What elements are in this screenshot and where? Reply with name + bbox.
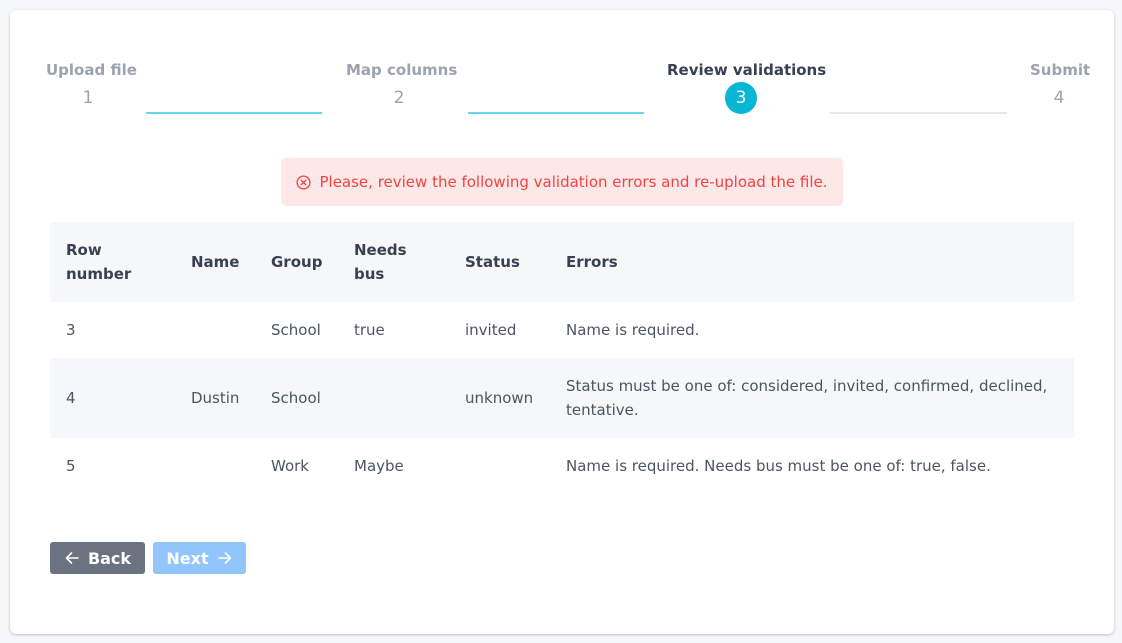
- header-row-number: Row number: [50, 222, 175, 302]
- step-map-columns: Map columns 2: [346, 60, 458, 109]
- validation-table: Row number Name Group Needs bus Status E…: [50, 222, 1074, 494]
- step-review-validations: Review validations 3: [667, 60, 827, 114]
- cell-needs-bus: Maybe: [354, 457, 404, 475]
- back-button[interactable]: Back: [50, 542, 145, 574]
- step-number-active: 3: [725, 82, 757, 114]
- cell-status: invited: [465, 321, 517, 339]
- step-title: Submit: [1030, 61, 1091, 79]
- step-title: Map columns: [346, 61, 458, 79]
- cell-row-number: 5: [66, 457, 76, 475]
- step-number: 1: [82, 88, 94, 108]
- step-submit: Submit 4: [1030, 60, 1091, 109]
- table-header-row: Row number Name Group Needs bus Status E…: [50, 222, 1074, 302]
- step-connector: [468, 112, 644, 114]
- arrow-left-icon: [65, 552, 79, 564]
- cell-group: School: [271, 321, 321, 339]
- cell-name: Dustin: [175, 358, 255, 438]
- cell-needs-bus: [338, 358, 449, 438]
- cell-errors: Name is required. Needs bus must be one …: [566, 457, 991, 475]
- step-connector: [830, 112, 1007, 114]
- step-connector: [146, 112, 322, 114]
- step-upload-file: Upload file 1: [46, 60, 137, 109]
- next-button-label: Next: [166, 548, 209, 568]
- wizard-card: Upload file 1 Map columns 2 Review valid…: [10, 10, 1114, 634]
- cell-group: School: [255, 358, 338, 438]
- cell-name: [175, 302, 255, 358]
- cell-status: [449, 438, 550, 494]
- header-needs-bus: Needs bus: [338, 222, 449, 302]
- error-circle-icon: [296, 174, 312, 190]
- cell-group: Work: [271, 457, 309, 475]
- cell-row-number: 3: [66, 321, 76, 339]
- cell-name: [175, 438, 255, 494]
- table-row: 3 School true invited Name is required.: [50, 302, 1074, 358]
- header-status: Status: [449, 222, 550, 302]
- cell-row-number: 4: [50, 358, 175, 438]
- cell-errors: Name is required.: [566, 321, 700, 339]
- step-title: Upload file: [46, 61, 137, 79]
- header-errors: Errors: [550, 222, 1074, 302]
- arrow-right-icon: [217, 552, 231, 564]
- cell-status: unknown: [449, 358, 550, 438]
- cell-needs-bus: true: [354, 321, 385, 339]
- back-button-label: Back: [87, 548, 132, 568]
- step-title: Review validations: [667, 61, 827, 79]
- next-button[interactable]: Next: [153, 542, 246, 574]
- header-name: Name: [175, 222, 255, 302]
- table-row: 4 Dustin School unknown Status must be o…: [50, 358, 1074, 438]
- header-group: Group: [255, 222, 338, 302]
- cell-errors: Status must be one of: considered, invit…: [550, 358, 1074, 438]
- table-row: 5 Work Maybe Name is required. Needs bus…: [50, 438, 1074, 494]
- step-number: 4: [1053, 88, 1065, 108]
- validation-error-alert: Please, review the following validation …: [281, 158, 843, 206]
- alert-message: Please, review the following validation …: [319, 173, 828, 191]
- step-number: 2: [393, 88, 405, 108]
